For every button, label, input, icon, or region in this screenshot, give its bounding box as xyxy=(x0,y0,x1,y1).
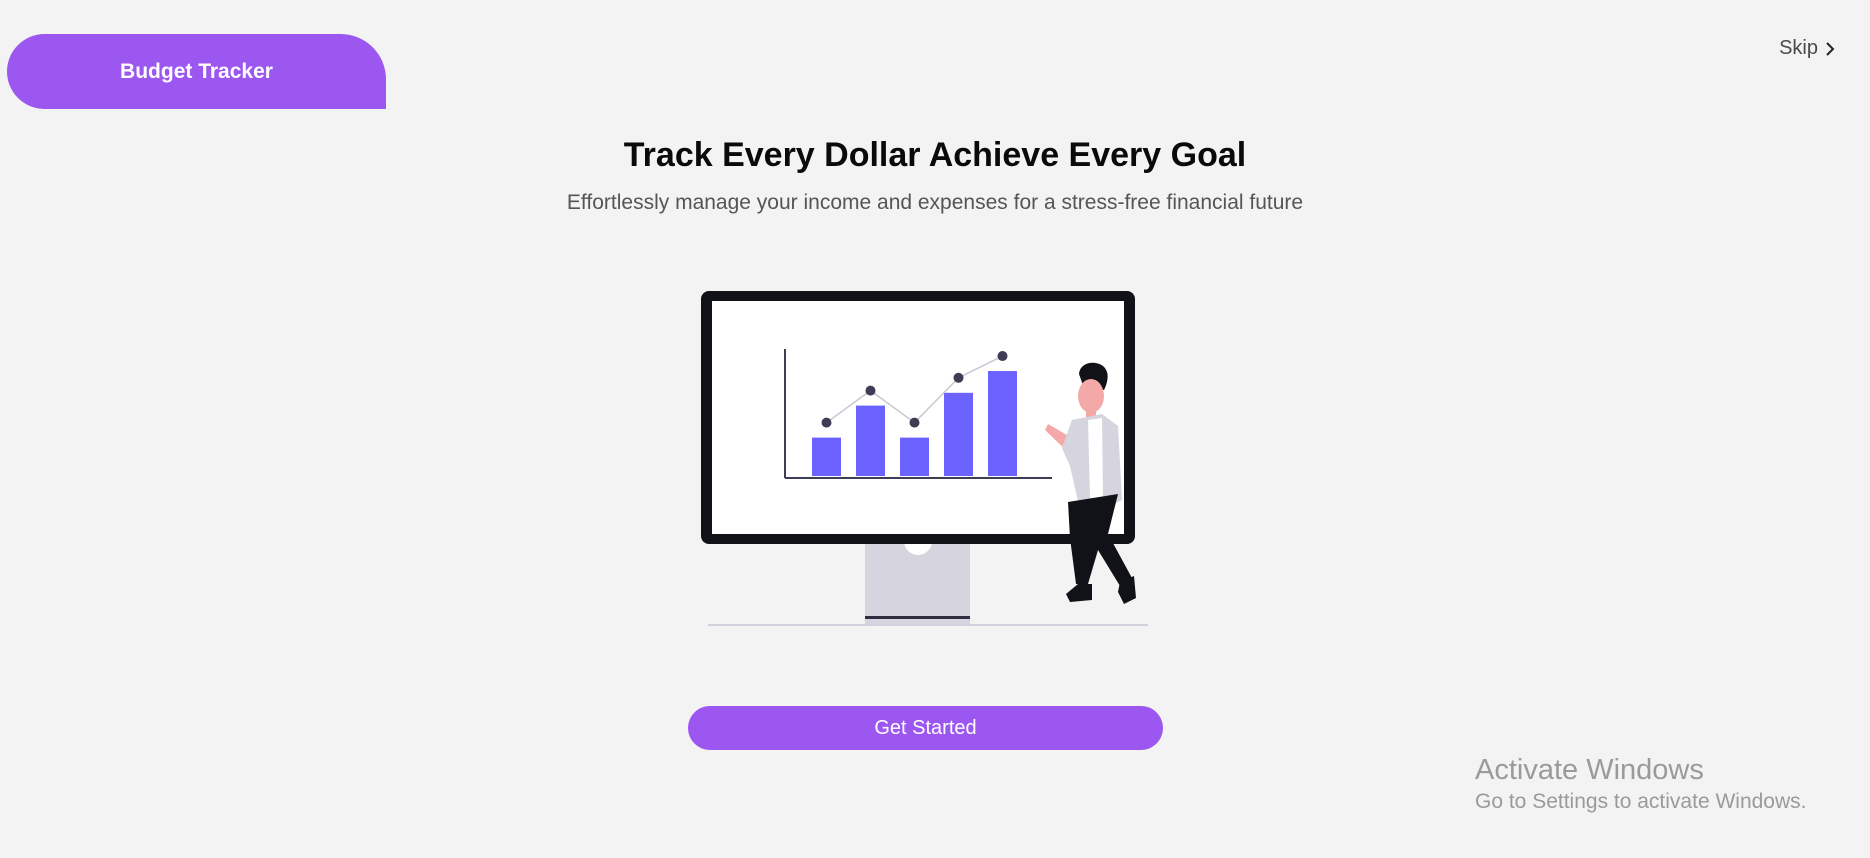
monitor-stand-base xyxy=(865,616,970,619)
chart-bar xyxy=(856,405,885,476)
monitor-screen xyxy=(712,301,1124,534)
chart-bar xyxy=(988,371,1017,476)
get-started-button[interactable]: Get Started xyxy=(688,706,1163,750)
windows-activation-watermark: Activate Windows Go to Settings to activ… xyxy=(1475,753,1807,817)
brand-header: Budget Tracker xyxy=(7,34,386,109)
chart-bar xyxy=(812,437,841,476)
chart-point xyxy=(997,351,1008,362)
skip-label: Skip xyxy=(1779,37,1818,59)
skip-link[interactable]: Skip xyxy=(1779,37,1836,60)
watermark-title: Activate Windows xyxy=(1475,754,1704,786)
presentation-chart-illustration xyxy=(701,291,1148,626)
chart-bar xyxy=(900,437,929,476)
chart-point xyxy=(953,372,964,383)
watermark-subtitle: Go to Settings to activate Windows. xyxy=(1475,790,1807,813)
chart-point xyxy=(865,385,876,396)
brand-title: Budget Tracker xyxy=(120,59,273,83)
chart-point xyxy=(909,417,920,428)
chart-bar xyxy=(944,392,973,476)
page-title: Track Every Dollar Achieve Every Goal xyxy=(623,136,1247,174)
page-subtitle: Effortlessly manage your income and expe… xyxy=(566,191,1304,214)
chart-point xyxy=(821,417,832,428)
chevron-right-icon xyxy=(1826,41,1835,56)
